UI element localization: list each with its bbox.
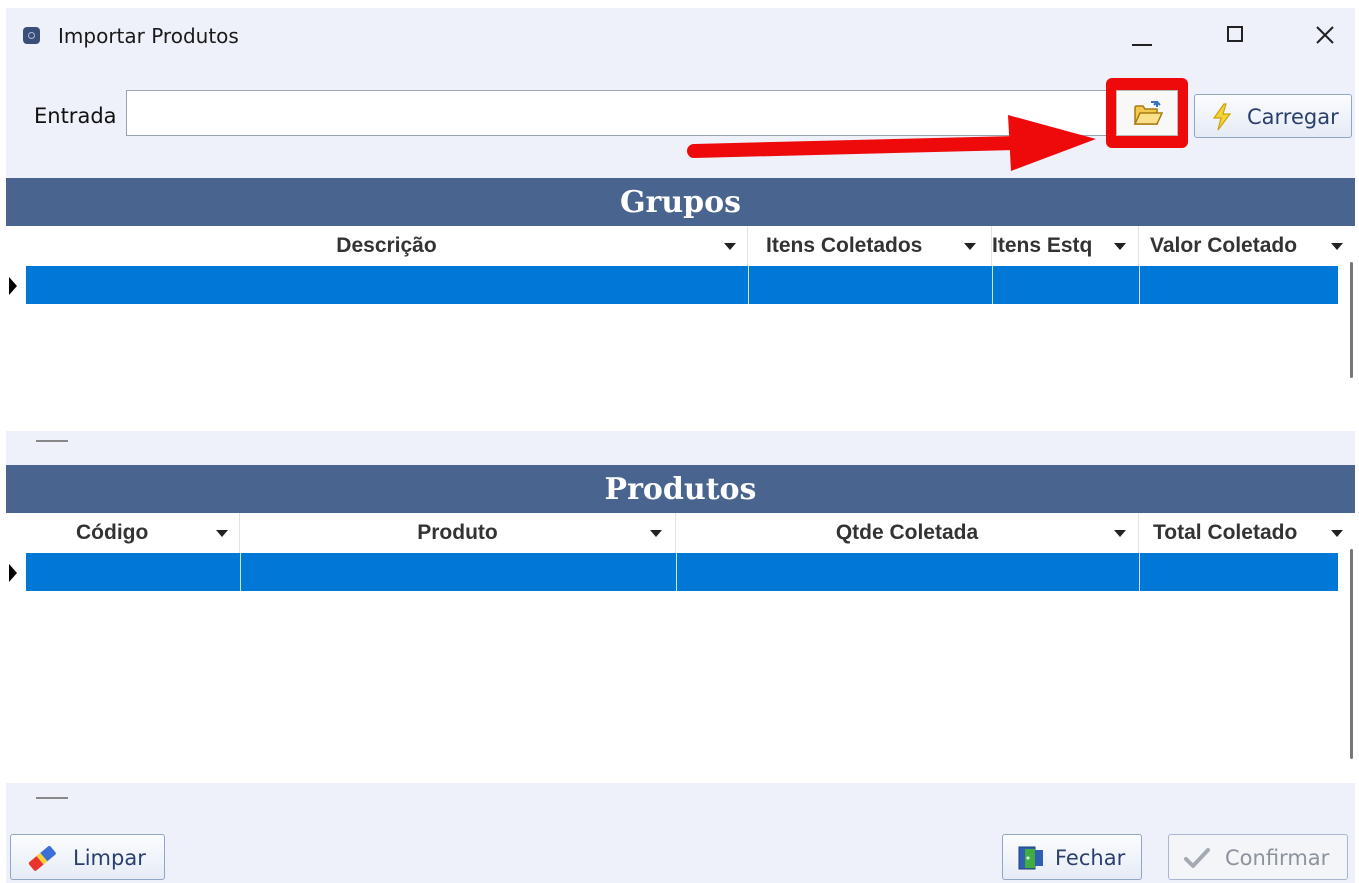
window-title: Importar Produtos [58, 24, 239, 48]
fechar-label: Fechar [1055, 846, 1126, 870]
column-header-total-coletado[interactable]: Total Coletado [1139, 513, 1343, 553]
vertical-scrollbar[interactable] [1350, 549, 1353, 759]
column-header-produto[interactable]: Produto [240, 513, 676, 553]
minimize-icon [1132, 44, 1152, 46]
cell-divider [1139, 266, 1140, 304]
column-header-label: Produto [417, 521, 498, 544]
browse-folder-button[interactable] [1116, 90, 1178, 136]
dropdown-arrow-icon[interactable] [964, 243, 976, 250]
fechar-button[interactable]: Fechar [1002, 834, 1142, 880]
entrada-label: Entrada [34, 104, 117, 128]
limpar-button[interactable]: Limpar [10, 834, 165, 880]
maximize-button[interactable] [1212, 16, 1258, 56]
dropdown-arrow-icon[interactable] [1114, 530, 1126, 537]
close-icon [1316, 26, 1334, 44]
cell-divider [676, 553, 677, 591]
eraser-icon [28, 845, 56, 871]
title-bar: Importar Produtos [6, 8, 1355, 64]
table-row[interactable] [26, 266, 1338, 304]
column-header-label: Qtde Coletada [835, 521, 979, 544]
dropdown-arrow-icon[interactable] [1114, 243, 1126, 250]
vertical-scrollbar[interactable] [1350, 262, 1353, 378]
dropdown-arrow-icon[interactable] [1331, 243, 1343, 250]
column-header-codigo[interactable]: Código [26, 513, 240, 553]
column-header-qtde-coletada[interactable]: Qtde Coletada [676, 513, 1139, 553]
splitter-handle[interactable] [36, 440, 68, 442]
produtos-grid[interactable]: Código Produto Qtde Coletada Total Colet… [6, 513, 1355, 783]
open-folder-icon [1133, 101, 1163, 125]
confirmar-label: Confirmar [1225, 846, 1330, 870]
import-products-window: Importar Produtos Entrada Carregar Grupo… [6, 8, 1355, 883]
checkmark-icon [1184, 848, 1210, 868]
column-header-label: Itens Estq [992, 234, 1093, 257]
grupos-grid-header: Descrição Itens Coletados Itens Estq Val… [26, 226, 1343, 266]
limpar-label: Limpar [73, 846, 146, 870]
current-row-indicator-icon [9, 564, 17, 582]
dropdown-arrow-icon[interactable] [216, 530, 228, 537]
dropdown-arrow-icon[interactable] [650, 530, 662, 537]
confirmar-button[interactable]: Confirmar [1168, 834, 1348, 880]
maximize-icon [1227, 26, 1243, 42]
column-header-label: Total Coletado [1153, 521, 1298, 544]
column-header-label: Descrição [336, 234, 437, 257]
minimize-button[interactable] [1118, 16, 1164, 56]
carregar-label: Carregar [1247, 105, 1339, 129]
column-header-valor-coletado[interactable]: Valor Coletado [1139, 226, 1343, 266]
column-header-itens-estq[interactable]: Itens Estq [992, 226, 1139, 266]
column-header-label: Código [76, 521, 149, 544]
cell-divider [1139, 553, 1140, 591]
splitter-handle[interactable] [36, 797, 68, 799]
carregar-button[interactable]: Carregar [1194, 94, 1352, 138]
column-header-label: Itens Coletados [766, 234, 923, 257]
table-row[interactable] [26, 553, 1338, 591]
dropdown-arrow-icon[interactable] [724, 243, 736, 250]
column-header-itens-coletados[interactable]: Itens Coletados [748, 226, 992, 266]
close-button[interactable] [1302, 16, 1348, 56]
column-header-descricao[interactable]: Descrição [26, 226, 748, 266]
produtos-header: Produtos [6, 465, 1355, 513]
current-row-indicator-icon [9, 277, 17, 295]
cell-divider [748, 266, 749, 304]
app-icon [23, 27, 40, 44]
grupos-grid[interactable]: Descrição Itens Coletados Itens Estq Val… [6, 226, 1355, 431]
grupos-header: Grupos [6, 178, 1355, 226]
lightning-icon [1212, 103, 1232, 131]
annotation-arrow [687, 115, 1096, 171]
dropdown-arrow-icon[interactable] [1331, 530, 1343, 537]
produtos-grid-header: Código Produto Qtde Coletada Total Colet… [26, 513, 1343, 553]
cell-divider [240, 553, 241, 591]
column-header-label: Valor Coletado [1150, 234, 1298, 257]
cell-divider [992, 266, 993, 304]
exit-door-icon [1018, 846, 1043, 870]
